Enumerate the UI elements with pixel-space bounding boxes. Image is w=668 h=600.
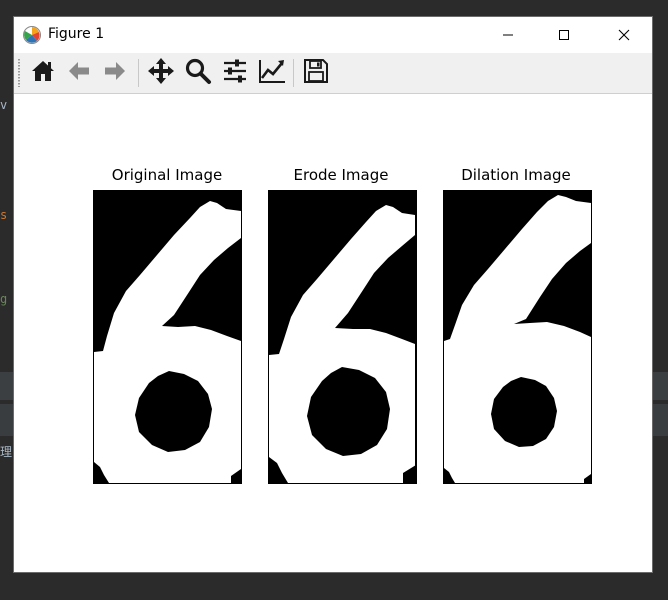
minimize-icon bbox=[502, 26, 514, 45]
back-button[interactable] bbox=[63, 57, 95, 89]
maximize-icon bbox=[558, 26, 570, 45]
window-title: Figure 1 bbox=[48, 26, 105, 42]
close-button[interactable] bbox=[596, 17, 652, 53]
subplot-title-dilation: Dilation Image bbox=[461, 166, 571, 184]
edit-axes-button[interactable] bbox=[256, 57, 288, 89]
ide-text-fragment: 理 bbox=[0, 445, 13, 459]
sliders-icon bbox=[221, 57, 249, 89]
image-panel-original[interactable] bbox=[93, 190, 242, 484]
home-icon bbox=[30, 58, 56, 88]
minimize-button[interactable] bbox=[480, 17, 536, 53]
toolbar-separator bbox=[138, 59, 139, 87]
line-chart-icon bbox=[257, 57, 287, 89]
magnifier-icon bbox=[184, 57, 212, 89]
close-icon bbox=[618, 26, 630, 45]
ide-text-fragment: s bbox=[0, 208, 8, 222]
arrow-right-icon bbox=[102, 58, 128, 88]
floppy-disk-icon bbox=[303, 58, 329, 88]
toolbar-separator bbox=[293, 59, 294, 87]
image-panel-erode[interactable] bbox=[268, 190, 417, 484]
subplot-title-erode: Erode Image bbox=[293, 166, 389, 184]
move-icon bbox=[147, 57, 175, 89]
toolbar-grip[interactable] bbox=[18, 59, 20, 87]
figure-window: Figure 1 Original Image Erode Image Dila… bbox=[13, 16, 653, 573]
matplotlib-icon bbox=[22, 25, 42, 45]
save-button[interactable] bbox=[300, 57, 332, 89]
ide-text-fragment: g bbox=[0, 292, 8, 306]
pan-button[interactable] bbox=[145, 57, 177, 89]
navigation-toolbar bbox=[14, 53, 652, 94]
image-panel-dilation[interactable] bbox=[443, 190, 592, 484]
ide-text-fragment: v bbox=[0, 98, 8, 112]
maximize-button[interactable] bbox=[536, 17, 592, 53]
figure-canvas[interactable]: Original Image Erode Image Dilation Imag… bbox=[14, 94, 652, 572]
forward-button[interactable] bbox=[99, 57, 131, 89]
arrow-left-icon bbox=[66, 58, 92, 88]
configure-subplots-button[interactable] bbox=[219, 57, 251, 89]
subplot-title-original: Original Image bbox=[111, 166, 223, 184]
title-bar[interactable]: Figure 1 bbox=[14, 17, 652, 53]
zoom-button[interactable] bbox=[182, 57, 214, 89]
home-button[interactable] bbox=[27, 57, 59, 89]
